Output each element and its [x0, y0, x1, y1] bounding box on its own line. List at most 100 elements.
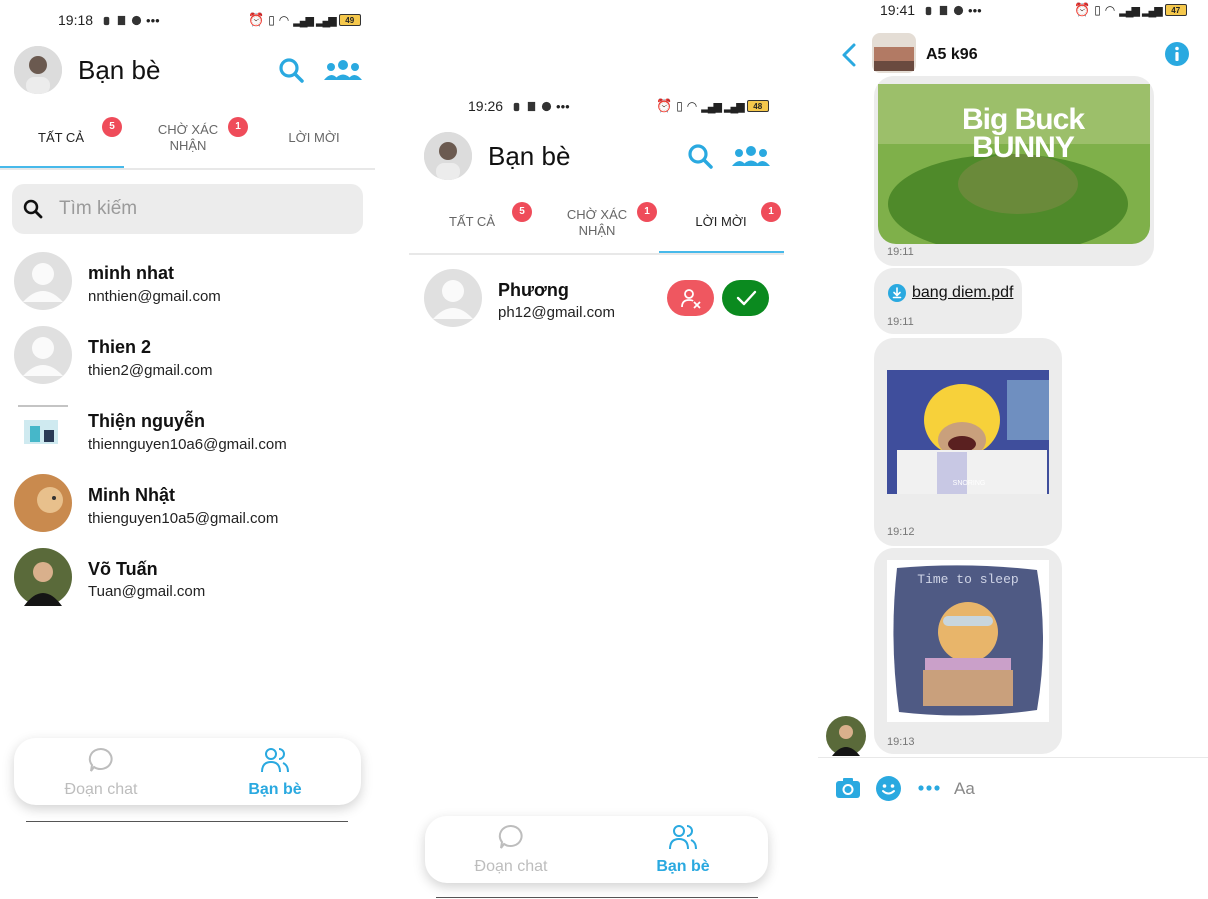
friend-email: Tuan@gmail.com [88, 583, 206, 600]
battery-icon: 47 [1164, 4, 1187, 16]
tab-invites[interactable]: LỜI MỜI [688, 214, 754, 230]
hand-icon [103, 16, 110, 25]
tab-invites-badge: 1 [761, 202, 781, 222]
file-link[interactable]: bang diem.pdf [912, 284, 1013, 302]
message-time: 19:11 [887, 316, 914, 328]
signal-icon-2: ▂▄▆ [1142, 4, 1163, 17]
tab-all-label: TẤT CẢ [38, 130, 84, 145]
user-photo [14, 46, 62, 94]
tab-divider [409, 253, 784, 255]
system-icons: ⏰ ▯ ◠ ▂▄▆ ▂▄▆ 47 [1074, 2, 1187, 18]
composer-divider [818, 757, 1208, 758]
sticker-image[interactable]: Time to sleep [887, 560, 1049, 722]
request-name: Phương [498, 280, 569, 300]
more-icon: ••• [556, 98, 570, 114]
info-icon[interactable] [1165, 42, 1189, 66]
user-photo-avatar [14, 548, 72, 606]
status-time: 19:26 [468, 98, 504, 114]
tab-pending-badge: 1 [228, 117, 248, 137]
image-caption: SNORING [952, 480, 986, 487]
battery-icon: 48 [746, 100, 769, 112]
tab-all[interactable]: TẤT CẢ [20, 130, 102, 146]
dog-photo-avatar [14, 474, 72, 532]
signal-icon: ▂▄▆ [293, 14, 314, 27]
search-input[interactable] [59, 198, 319, 220]
vibrate-icon: ▯ [676, 99, 683, 113]
friend-email: thienguyen10a5@gmail.com [88, 510, 279, 527]
request-email: ph12@gmail.com [498, 304, 615, 321]
nav-chat[interactable]: Đoạn chat [40, 746, 162, 799]
snoring-image[interactable]: SNORING [887, 370, 1049, 494]
search-bar[interactable] [12, 184, 363, 234]
avatar[interactable] [14, 46, 62, 94]
sim-icon [117, 15, 126, 25]
users-group-icon[interactable] [323, 58, 363, 82]
search-icon[interactable] [278, 57, 304, 83]
default-avatar-icon [424, 269, 482, 327]
friend-name: Minh Nhật [88, 485, 175, 505]
wifi-icon: ◠ [278, 13, 290, 27]
messenger-icon [131, 15, 142, 25]
illustration-avatar [14, 400, 72, 458]
camera-icon[interactable] [835, 777, 861, 799]
message-input[interactable]: Aa [954, 779, 975, 799]
avatar[interactable] [424, 132, 472, 180]
video-thumbnail[interactable]: Big Buck BUNNY [878, 84, 1150, 244]
search-icon[interactable] [687, 143, 713, 169]
users-group-icon[interactable] [731, 144, 771, 168]
check-icon [736, 290, 756, 306]
back-chevron-icon[interactable] [840, 42, 858, 68]
friend-email: nnthien@gmail.com [88, 288, 221, 305]
tab-pending[interactable]: CHỜ XÁC NHẬN [150, 122, 226, 154]
chat-title: A5 k96 [926, 46, 978, 63]
friend-name: Võ Tuấn [88, 559, 158, 579]
system-icons: ⏰ ▯ ◠ ▂▄▆ ▂▄▆ 49 [248, 12, 361, 28]
hand-icon [925, 6, 932, 15]
wifi-icon: ◠ [686, 99, 698, 113]
status-bar: 19:26 ••• ⏰ ▯ ◠ ▂▄▆ ▂▄▆ 48 [468, 96, 778, 116]
status-bar: 19:18 ••• ⏰ ▯ ◠ ▂▄▆ ▂▄▆ 49 [58, 10, 368, 30]
group-avatar[interactable] [872, 33, 916, 73]
tab-pending-label-1: CHỜ XÁC [157, 122, 219, 137]
vibrate-icon: ▯ [1094, 3, 1101, 17]
sender-avatar[interactable] [826, 716, 866, 756]
tab-all[interactable]: TẤT CẢ [436, 214, 508, 230]
status-bar: 19:41 ••• ⏰ ▯ ◠ ▂▄▆ ▂▄▆ 47 [880, 0, 1190, 20]
tab-all-badge: 5 [102, 117, 122, 137]
download-icon[interactable] [888, 284, 906, 302]
tab-active-indicator [659, 251, 784, 253]
nav-friends[interactable]: Bạn bè [214, 746, 336, 799]
nav-chat[interactable]: Đoạn chat [450, 823, 572, 876]
friend-name: Thien 2 [88, 337, 152, 357]
vibrate-icon: ▯ [268, 13, 275, 27]
message-time: 19:11 [887, 246, 914, 258]
tab-divider [0, 168, 375, 170]
remove-user-icon [680, 289, 701, 309]
nav-friends-label: Bạn bè [248, 781, 302, 798]
tab-invites[interactable]: LỜI MỜI [280, 130, 348, 146]
sim-icon [939, 5, 948, 15]
more-options-icon[interactable] [918, 784, 940, 792]
cartoon-image [887, 370, 1049, 494]
default-avatar-icon [14, 326, 72, 384]
more-icon: ••• [968, 2, 982, 18]
accept-button[interactable] [722, 280, 769, 316]
signal-icon: ▂▄▆ [701, 100, 722, 113]
status-time: 19:18 [58, 12, 94, 28]
signal-icon-2: ▂▄▆ [724, 100, 745, 113]
sim-icon [527, 101, 536, 111]
page-title: Bạn bè [488, 141, 571, 171]
tab-pending-badge: 1 [637, 202, 657, 222]
decline-button[interactable] [667, 280, 714, 316]
notification-icons: ••• [101, 13, 160, 28]
alarm-icon: ⏰ [656, 98, 673, 113]
nav-friends-label: Bạn bè [656, 858, 710, 875]
tab-pending[interactable]: CHỜ XÁC NHẬN [560, 207, 634, 239]
more-icon: ••• [146, 12, 160, 28]
nav-chat-label: Đoạn chat [474, 858, 548, 875]
tab-invites-label: LỜI MỜI [695, 214, 747, 229]
friend-name: Thiện nguyễn [88, 411, 205, 431]
emoji-icon[interactable] [876, 776, 901, 801]
nav-friends[interactable]: Bạn bè [622, 823, 744, 876]
chat-bubble-icon [88, 747, 113, 772]
